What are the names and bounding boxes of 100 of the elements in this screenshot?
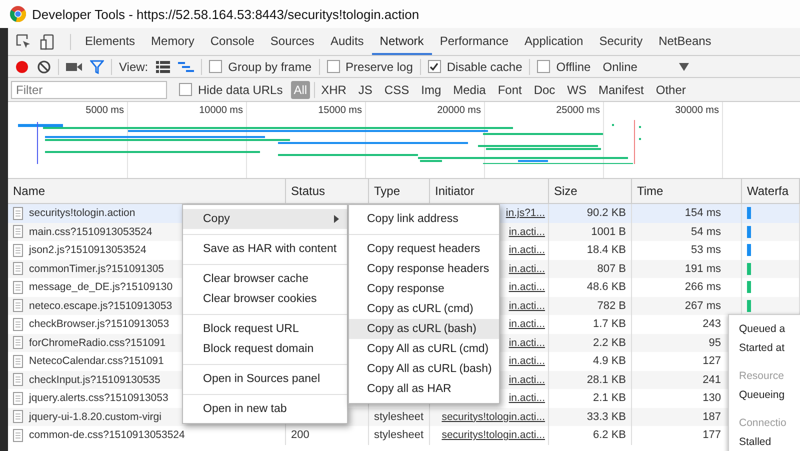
panel-tab[interactable]: Memory <box>143 28 202 55</box>
menu-item[interactable]: Clear browser cookies <box>183 289 347 309</box>
type-filter-button[interactable]: XHR <box>319 82 348 98</box>
menu-item[interactable]: Copy as cURL (bash) <box>349 319 499 339</box>
request-name[interactable]: jquery-ui-1.8.20.custom-virgi <box>29 410 162 423</box>
request-name[interactable]: NetecoCalendar.css?151091 <box>29 355 164 368</box>
panel-tab[interactable]: Sources <box>262 28 322 55</box>
panel-tab[interactable]: Application <box>516 28 592 55</box>
toolbar-checkbox[interactable]: Preserve log <box>326 60 413 74</box>
column-header[interactable]: Name <box>8 179 286 203</box>
menu-item[interactable]: Copy request headers <box>349 239 499 259</box>
tooltip-text: Started at <box>739 342 786 356</box>
type-filter-button[interactable]: Doc <box>532 82 558 98</box>
menu-item[interactable]: Copy all as HAR <box>349 379 499 399</box>
type-filter-button[interactable]: Media <box>451 82 488 98</box>
initiator-link[interactable]: in.acti... <box>508 318 545 330</box>
filter-icon[interactable] <box>90 60 104 74</box>
initiator-link[interactable]: in.acti... <box>508 281 545 294</box>
panel-tab[interactable]: Security <box>591 28 651 55</box>
inspect-icon[interactable] <box>16 34 32 50</box>
column-header[interactable]: Time <box>632 179 742 203</box>
request-name[interactable]: jquery.alerts.css?1510913053 <box>29 392 168 404</box>
menu-item[interactable]: Copy as cURL (cmd) <box>349 299 499 319</box>
throttle-dropdown[interactable]: Online <box>598 60 642 74</box>
panel-tab[interactable]: Performance <box>432 28 517 55</box>
time-cell: 130 <box>702 392 721 404</box>
request-name[interactable]: checkInput.js?15109130535 <box>29 374 160 386</box>
menu-item[interactable]: Copy link address <box>349 209 499 229</box>
tooltip-text: Stalled <box>739 436 772 450</box>
column-header[interactable]: Waterfa <box>742 179 800 203</box>
menu-item[interactable]: Block request URL <box>183 319 347 339</box>
tooltip-text: Connectio <box>739 417 788 431</box>
menu-item[interactable]: Copy All as cURL (bash) <box>349 359 499 379</box>
type-filter-button[interactable]: Manifest <box>596 82 646 98</box>
column-header[interactable]: Initiator <box>430 179 549 203</box>
column-header[interactable]: Type <box>369 179 430 203</box>
initiator-link[interactable]: in.acti... <box>508 355 545 368</box>
menu-item[interactable]: Copy response headers <box>349 259 499 279</box>
list-view-icon[interactable] <box>156 60 170 72</box>
dropdown-caret-icon[interactable] <box>679 62 690 70</box>
request-name[interactable]: neteco.escape.js?1510913053 <box>29 300 172 312</box>
time-tick-label: 25000 ms <box>556 105 600 116</box>
request-name[interactable]: common-de.css?1510913053524 <box>29 429 185 442</box>
initiator-link[interactable]: in.acti... <box>508 262 545 275</box>
type-filter-button[interactable]: Other <box>654 82 688 98</box>
request-name[interactable]: securitys!tologin.action <box>29 207 136 220</box>
menu-item[interactable]: Open in Sources panel <box>183 369 347 389</box>
clear-icon[interactable] <box>37 60 51 74</box>
request-name[interactable]: message_de_DE.js?15109130 <box>29 281 173 294</box>
initiator-link[interactable]: in.acti... <box>508 226 545 238</box>
menu-item[interactable]: Save as HAR with content <box>183 239 347 259</box>
panel-tab[interactable]: Audits <box>322 28 372 55</box>
menu-item[interactable]: Open in new tab <box>183 399 347 419</box>
type-filter-button[interactable]: WS <box>565 82 589 98</box>
filter-field[interactable]: Filter <box>11 80 167 98</box>
request-name[interactable]: main.css?1510913053524 <box>29 226 152 238</box>
menu-item[interactable]: Copy response <box>349 279 499 299</box>
hide-data-urls-checkbox[interactable]: Hide data URLs <box>179 82 283 96</box>
device-icon[interactable] <box>40 34 56 50</box>
time-cell: 53 ms <box>691 244 721 256</box>
initiator-link[interactable]: in.acti... <box>508 392 545 404</box>
tooltip-text: Queueing <box>739 389 786 403</box>
request-name[interactable]: commonTimer.js?151091305 <box>29 262 164 275</box>
panel-tab[interactable]: Elements <box>77 28 144 55</box>
menu-item[interactable]: Clear browser cache <box>183 269 347 289</box>
request-name[interactable]: json2.js?1510913053524 <box>29 244 146 256</box>
time-cell: 127 <box>702 355 721 368</box>
time-cell: 267 ms <box>684 300 721 312</box>
camera-icon[interactable] <box>66 60 82 72</box>
file-icon <box>13 299 23 312</box>
record-icon[interactable] <box>15 60 29 74</box>
request-name[interactable]: checkBrowser.js?1510913053 <box>29 318 170 330</box>
initiator-link[interactable]: in.acti... <box>508 244 545 256</box>
initiator-link[interactable]: in.acti... <box>508 300 545 312</box>
initiator-link[interactable]: in.acti... <box>508 336 545 349</box>
toolbar-checkbox[interactable]: Disable cache <box>428 60 522 74</box>
type-filter-button[interactable]: JS <box>356 82 374 98</box>
initiator-link[interactable]: in.acti... <box>508 374 545 386</box>
panel-tab[interactable]: Console <box>202 28 262 55</box>
toolbar-checkbox[interactable]: Group by frame <box>209 60 312 74</box>
initiator-link[interactable]: securitys!tologin.acti... <box>442 429 545 442</box>
size-cell: 90.2 KB <box>586 207 626 220</box>
column-header[interactable]: Status <box>286 179 369 203</box>
menu-item[interactable]: Copy All as cURL (cmd) <box>349 339 499 359</box>
file-icon <box>13 392 23 405</box>
toolbar-checkbox[interactable]: Offline <box>537 60 591 74</box>
type-filter-button[interactable]: Font <box>496 82 524 98</box>
type-filter-button[interactable]: CSS <box>382 82 412 98</box>
type-cell: stylesheet <box>374 429 424 442</box>
waterfall-view-icon[interactable] <box>178 60 194 72</box>
menu-item[interactable]: Copy <box>183 209 347 229</box>
column-header[interactable]: Size <box>549 179 632 203</box>
menu-item[interactable]: Block request domain <box>183 339 347 359</box>
initiator-link[interactable]: in.js?1... <box>506 207 545 220</box>
initiator-link[interactable]: securitys!tologin.acti... <box>442 410 545 423</box>
size-cell: 6.2 KB <box>592 429 626 442</box>
time-cell: 154 ms <box>684 207 721 220</box>
panel-tab[interactable]: NetBeans <box>650 28 720 55</box>
request-name[interactable]: forChromeRadio.css?151091 <box>29 336 166 349</box>
type-filter-button[interactable]: Img <box>419 82 444 98</box>
